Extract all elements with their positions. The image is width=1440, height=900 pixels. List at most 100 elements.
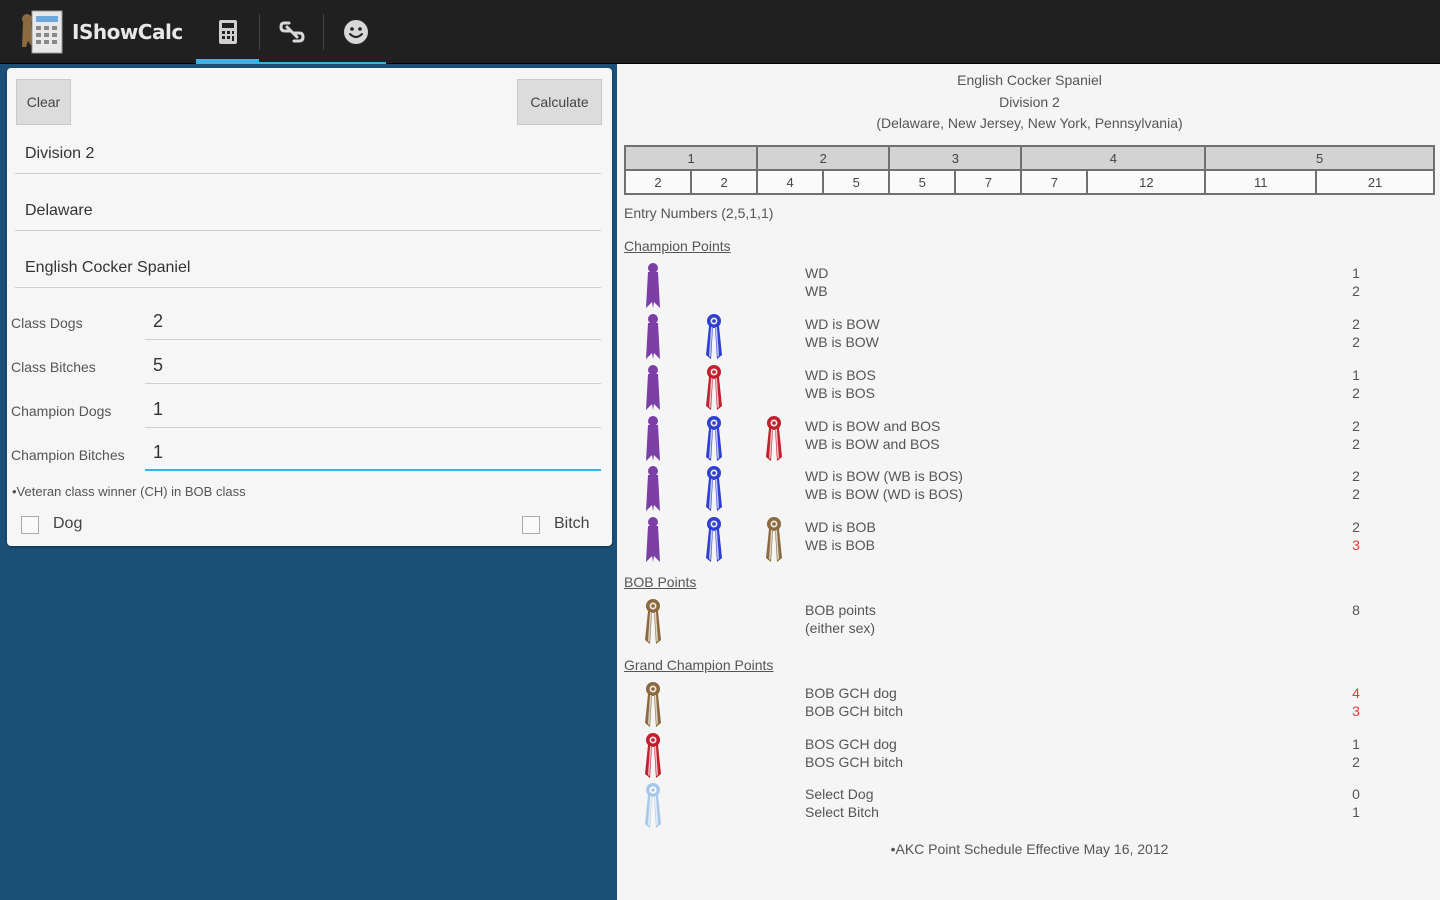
gch-row-desc-2: BOS GCH bitch [805,754,904,770]
champion-row-points-2: 2 [1352,385,1360,401]
veteran-note: •Veteran class winner (CH) in BOB class [12,484,246,499]
results-states: (Delaware, New Jersey, New York, Pennsyl… [876,115,1183,131]
point-level-cell: 2 [756,145,891,171]
champion-points-title: Champion Points [624,238,731,254]
blue-ribbon-icon [706,314,722,359]
class-dogs-label: Class Dogs [11,315,83,331]
champion-dogs-input[interactable]: 1 [145,392,601,428]
entry-count-cell: 5 [888,169,957,195]
class-bitches-input[interactable]: 5 [145,348,601,384]
champion-row-desc-1: WD is BOW [805,316,880,332]
champion-bitches-label: Champion Bitches [11,447,125,463]
champion-row-desc-2: WB is BOS [805,385,876,401]
champion-row-points-2: 3 [1352,537,1360,553]
gch-row-desc-2: Select Bitch [805,804,879,820]
entry-count-cell: 4 [756,169,825,195]
brown-ribbon-icon [645,599,661,644]
bob-row-desc-1: BOB points [805,602,876,618]
bob-row-points: 8 [1352,602,1360,618]
gch-row-points-1: 4 [1352,685,1360,701]
clear-button[interactable]: Clear [16,79,71,125]
point-levels-row: 12345 [623,145,1435,171]
point-level-cell: 3 [888,145,1023,171]
champion-row-points-1: 2 [1352,468,1360,484]
champion-row-points-2: 2 [1352,334,1360,350]
point-schedule-footnote: •AKC Point Schedule Effective May 16, 20… [890,841,1169,857]
point-level-cell: 5 [1204,145,1435,171]
lightblue-ribbon-icon [645,783,661,828]
champion-row-desc-1: WD [805,265,829,281]
purple-ribbon-icon [646,365,660,410]
entry-count-cell: 2 [623,169,693,195]
champion-row-points-1: 1 [1352,265,1360,281]
tab-calculator[interactable] [196,0,260,64]
bitch-checkbox[interactable] [522,516,540,534]
app-logo-icon[interactable] [18,7,66,57]
champion-bitches-input[interactable]: 1 [145,435,601,471]
entry-count-cell: 5 [822,169,891,195]
champion-row-desc-2: WB is BOW and BOS [805,436,940,452]
champion-row-desc-2: WB [805,283,828,299]
bob-points-title: BOB Points [624,574,697,590]
champion-row-points-1: 2 [1352,519,1360,535]
class-bitches-label: Class Bitches [11,359,96,375]
bitch-checkbox-label[interactable]: Bitch [554,515,590,533]
grand-champion-points-title: Grand Champion Points [624,657,774,673]
champion-row-desc-1: WD is BOB [805,519,876,535]
state-spinner[interactable]: Delaware [15,191,601,231]
blue-ribbon-icon [706,517,722,562]
bob-row-desc-2: (either sex) [805,620,876,636]
red-ribbon-icon [645,733,661,778]
entry-count-cell: 7 [1020,169,1089,195]
breed-spinner[interactable]: English Cocker Spaniel [15,248,601,288]
selected-tab-indicator [196,59,259,63]
division-spinner[interactable]: Division 2 [15,134,601,174]
champion-row-desc-1: WD is BOW (WB is BOS) [805,468,963,484]
entry-count-cell: 12 [1086,169,1207,195]
red-ribbon-icon [706,365,722,410]
entry-counts-row: 2 2 4 5 5 7 7 12 11 21 [623,169,1435,195]
gch-row-points-2: 1 [1352,804,1360,820]
purple-ribbon-icon [646,416,660,461]
champion-row-points-2: 2 [1352,486,1360,502]
champion-row-desc-1: WD is BOS [805,367,876,383]
results-breed: English Cocker Spaniel [957,72,1102,88]
action-bar: IShowCalc [0,0,1440,64]
gch-row-points-1: 1 [1352,736,1360,752]
champion-dogs-label: Champion Dogs [11,403,112,419]
blue-ribbon-icon [706,416,722,461]
gch-row-points-2: 2 [1352,754,1360,770]
gch-row-points-2: 3 [1352,703,1360,719]
red-ribbon-icon [766,416,782,461]
entry-count-cell: 2 [690,169,759,195]
app-title: IShowCalc [72,20,183,44]
gch-row-desc-1: BOB GCH dog [805,685,897,701]
calculate-button[interactable]: Calculate [517,79,602,125]
champion-row-desc-2: WB is BOW (WD is BOS) [805,486,963,502]
dog-checkbox-label[interactable]: Dog [53,515,82,533]
brown-ribbon-icon [645,682,661,727]
input-form-card: Clear Calculate Division 2 Delaware Engl… [7,68,612,546]
class-dogs-input[interactable]: 2 [145,304,601,340]
entry-count-cell: 11 [1204,169,1318,195]
blue-ribbon-icon [706,466,722,511]
tab-links[interactable] [260,0,324,64]
champion-row-points-1: 1 [1352,367,1360,383]
entry-count-cell: 21 [1315,169,1435,195]
point-schedule-table: 12345 2 2 4 5 5 7 7 12 11 21 [623,145,1435,195]
entry-numbers: Entry Numbers (2,5,1,1) [624,205,774,221]
brown-ribbon-icon [766,517,782,562]
gch-row-desc-1: BOS GCH dog [805,736,897,752]
champion-row-points-2: 2 [1352,436,1360,452]
purple-ribbon-icon [646,517,660,562]
champion-row-points-1: 2 [1352,418,1360,434]
link-icon [279,21,305,43]
results-division: Division 2 [999,94,1060,110]
dog-checkbox[interactable] [21,516,39,534]
smiley-icon [344,20,368,44]
champion-row-points-1: 2 [1352,316,1360,332]
entry-count-cell: 7 [954,169,1023,195]
tab-about[interactable] [324,0,388,64]
purple-ribbon-icon [646,466,660,511]
gch-row-points-1: 0 [1352,786,1360,802]
